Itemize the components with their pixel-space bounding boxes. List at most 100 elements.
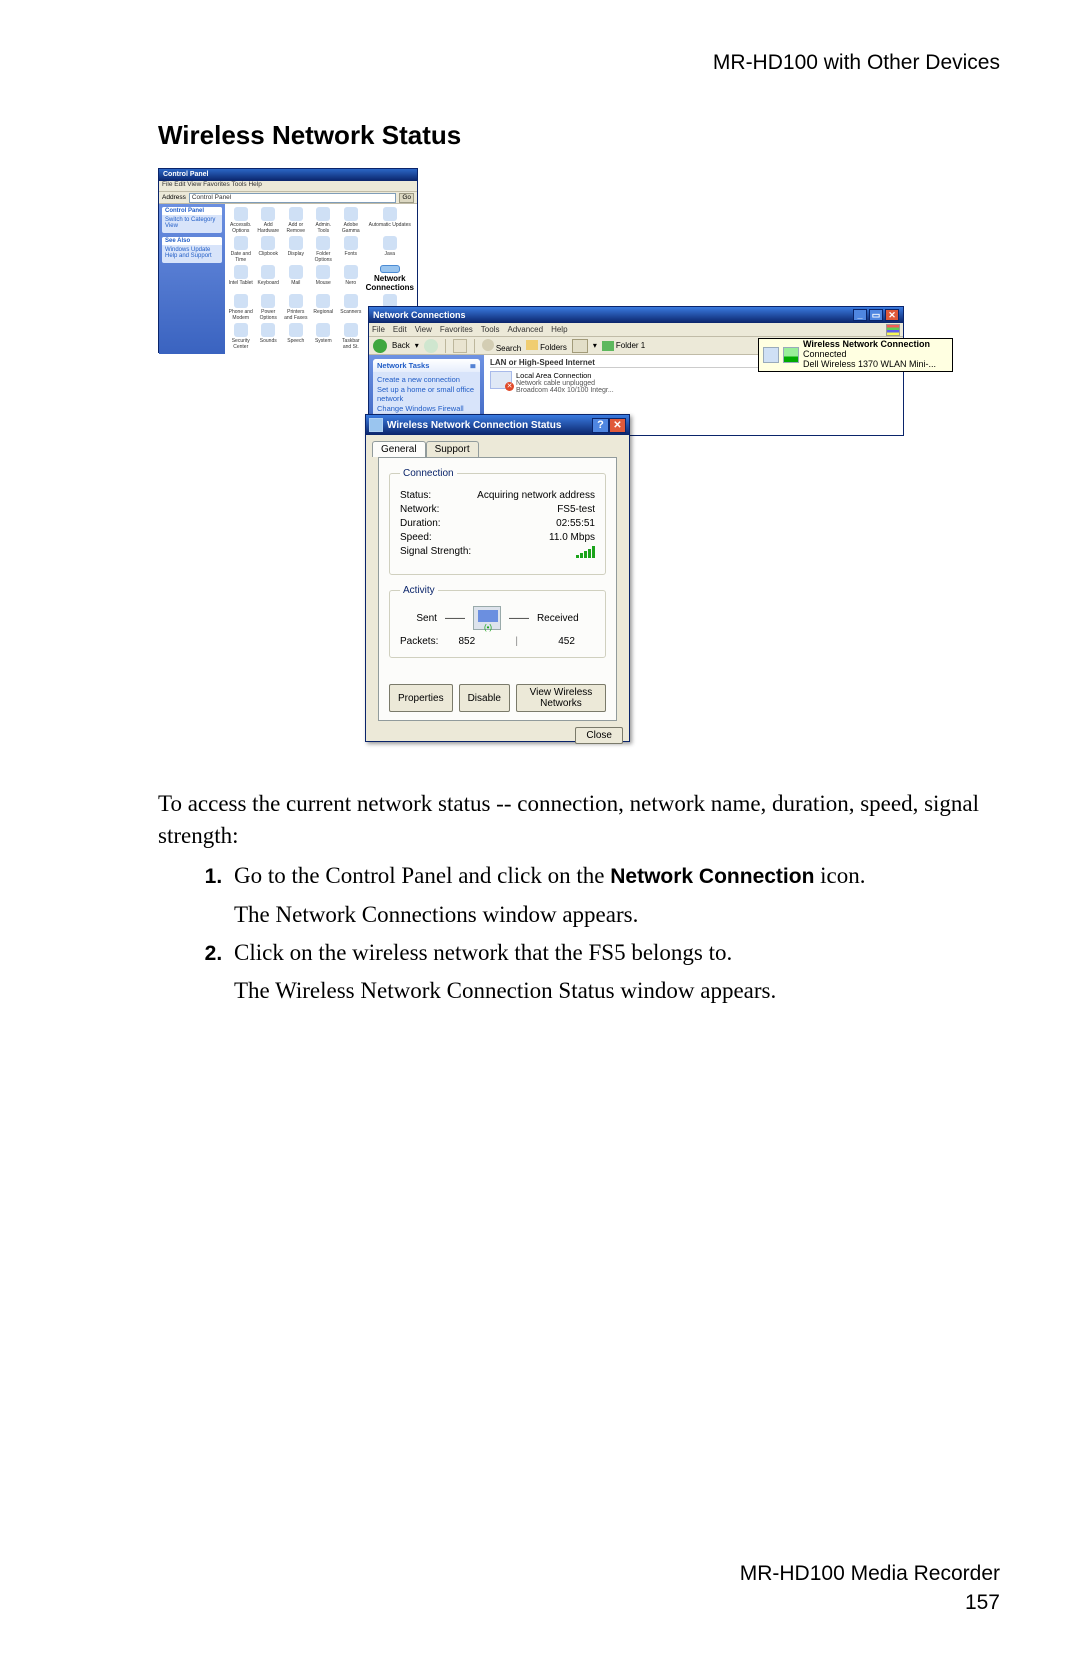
close-dialog-button[interactable]: Close — [575, 727, 623, 744]
signal-icon — [783, 347, 799, 363]
network-connections-title: Network Connections — [373, 310, 466, 320]
footer-product: MR-HD100 Media Recorder — [740, 1560, 1000, 1588]
tab-support[interactable]: Support — [426, 441, 479, 457]
document-body: To access the current network status -- … — [158, 788, 1000, 1013]
cp-item[interactable]: System — [311, 323, 337, 350]
activity-group: Activity Sent —— (•) —— Received Packets… — [389, 585, 606, 658]
wireless-status-titlebar: Wireless Network Connection Status ? ✕ — [366, 415, 629, 435]
cp-item[interactable]: Taskbar and St. — [338, 323, 364, 350]
tooltip-device: Dell Wireless 1370 WLAN Mini-... — [803, 360, 936, 370]
cp-item[interactable]: Display — [283, 236, 309, 263]
cp-item[interactable]: Automatic Updates — [366, 207, 414, 234]
address-label: Address — [162, 194, 186, 201]
menu-bar[interactable]: FileEditViewFavoritesToolsAdvancedHelp — [372, 325, 576, 334]
wireless-status-dialog: Wireless Network Connection Status ? ✕ G… — [365, 414, 630, 742]
search-button[interactable]: Search — [482, 339, 521, 353]
local-area-connection[interactable]: Local Area Connection Network cable unpl… — [490, 371, 897, 394]
close-button[interactable]: ✕ — [885, 309, 899, 321]
network-value: FS5-test — [557, 504, 595, 515]
help-button[interactable]: ? — [592, 418, 609, 433]
page-running-header: MR-HD100 with Other Devices — [713, 50, 1000, 75]
sent-label: Sent — [416, 613, 437, 624]
cp-item[interactable]: Add Hardware — [256, 207, 282, 234]
control-panel-menubar[interactable]: File Edit View Favorites Tools Help — [159, 181, 417, 192]
task-home-network[interactable]: Set up a home or small office network — [377, 385, 476, 403]
duration-value: 02:55:51 — [556, 518, 595, 529]
step-2: Click on the wireless network that the F… — [228, 937, 1000, 1007]
footer-page-number: 157 — [740, 1589, 1000, 1617]
maximize-button[interactable]: ▭ — [869, 309, 883, 321]
cp-item[interactable]: Java — [366, 236, 414, 263]
cp-item[interactable]: Intel Tablet — [228, 265, 254, 292]
cp-item[interactable]: Add or Remove — [283, 207, 309, 234]
cp-item[interactable]: Power Options — [256, 294, 282, 321]
cp-item[interactable]: Phone and Modem — [228, 294, 254, 321]
cp-item[interactable]: Security Center — [228, 323, 254, 350]
views-button[interactable] — [572, 339, 588, 353]
connection-name: Local Area Connection — [516, 371, 614, 380]
speed-label: Speed: — [400, 532, 432, 543]
cp-item[interactable]: Adobe Gamma — [338, 207, 364, 234]
minimize-button[interactable]: _ — [853, 309, 867, 321]
close-button[interactable]: ✕ — [609, 418, 626, 433]
back-label: Back — [392, 341, 410, 350]
cp-item[interactable]: Printers and Faxes — [283, 294, 309, 321]
cp-item[interactable]: Accessib. Options — [228, 207, 254, 234]
chevron-down-icon[interactable]: ▾ — [415, 341, 419, 350]
back-button[interactable] — [373, 339, 387, 353]
windows-logo-icon — [886, 324, 900, 336]
view-wireless-networks-button[interactable]: View Wireless Networks — [516, 684, 606, 712]
duration-label: Duration: — [400, 518, 441, 529]
cp-item[interactable]: Clipbook — [256, 236, 282, 263]
folder-sync-button[interactable]: Folder 1 — [602, 341, 645, 351]
sidebar-heading: See Also — [162, 237, 222, 245]
folders-button[interactable]: Folders — [526, 340, 567, 352]
screenshot-composite: Control Panel File Edit View Favorites T… — [158, 168, 953, 758]
signal-strength-icon — [576, 546, 595, 561]
folder-icon — [526, 340, 538, 350]
cp-item[interactable]: Scanners — [338, 294, 364, 321]
sidebar-link-help[interactable]: Help and Support — [165, 253, 219, 259]
cp-item-network-connections[interactable]: Network Connections — [366, 265, 414, 292]
cp-item[interactable]: Mouse — [311, 265, 337, 292]
sidebar-heading: Control Panel — [162, 207, 222, 215]
address-field[interactable]: Control Panel — [189, 193, 396, 203]
packets-sent-value: 852 — [458, 636, 475, 647]
cp-item[interactable]: Fonts — [338, 236, 364, 263]
signal-label: Signal Strength: — [400, 546, 471, 561]
status-label: Status: — [400, 490, 431, 501]
forward-button[interactable] — [424, 339, 438, 353]
cp-item[interactable]: Nero — [338, 265, 364, 292]
address-bar: Address Control Panel Go — [159, 192, 417, 204]
cp-item[interactable]: Date and Time — [228, 236, 254, 263]
group-legend: Connection — [400, 468, 457, 479]
up-button[interactable] — [453, 339, 467, 353]
cp-item[interactable]: Mail — [283, 265, 309, 292]
task-create-connection[interactable]: Create a new connection — [377, 375, 476, 384]
collapse-icon[interactable]: ≣ — [470, 361, 476, 370]
disable-button[interactable]: Disable — [459, 684, 510, 712]
go-button[interactable]: Go — [399, 193, 414, 203]
received-label: Received — [537, 613, 579, 624]
cp-item[interactable]: Regional — [311, 294, 337, 321]
properties-button[interactable]: Properties — [389, 684, 453, 712]
cp-item[interactable]: Folder Options — [311, 236, 337, 263]
activity-computer-icon: (•) — [473, 606, 501, 630]
section-heading: Wireless Network Status — [158, 120, 461, 151]
packets-received-value: 452 — [558, 636, 575, 647]
cp-item[interactable]: Sounds — [256, 323, 282, 350]
cp-item[interactable]: Admin. Tools — [311, 207, 337, 234]
task-firewall[interactable]: Change Windows Firewall — [377, 404, 476, 413]
packets-label: Packets: — [400, 636, 438, 647]
network-tasks-heading: Network Tasks — [377, 361, 429, 370]
cp-item[interactable]: Speech — [283, 323, 309, 350]
tab-general[interactable]: General — [372, 441, 426, 457]
connection-state: Network cable unplugged — [516, 380, 614, 387]
chevron-down-icon[interactable]: ▾ — [593, 341, 597, 350]
cp-item[interactable]: Keyboard — [256, 265, 282, 292]
network-label: Network: — [400, 504, 439, 515]
page-footer: MR-HD100 Media Recorder 157 — [740, 1560, 1000, 1617]
sidebar-link-category-view[interactable]: Switch to Category View — [165, 217, 219, 229]
connection-device: Broadcom 440x 10/100 Integr... — [516, 387, 614, 394]
wireless-connection-tooltip: Wireless Network Connection Connected De… — [758, 338, 953, 372]
